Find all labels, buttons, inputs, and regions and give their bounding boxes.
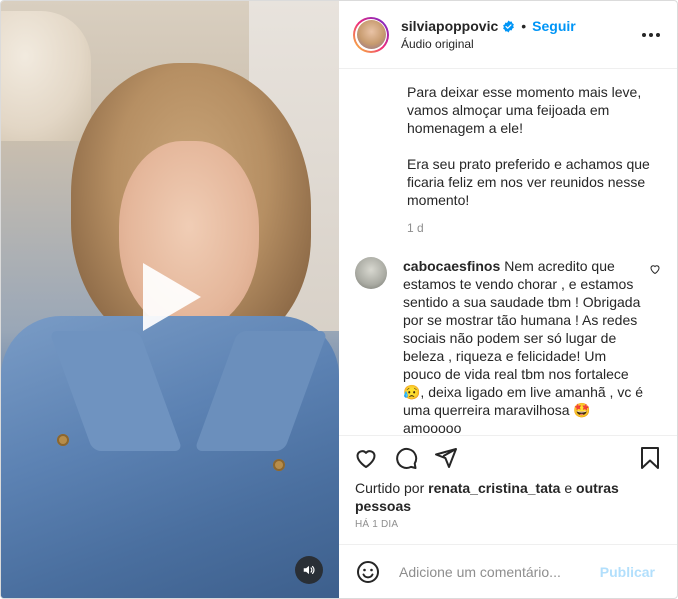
emoji-smile-icon bbox=[357, 560, 379, 583]
background-lamp bbox=[1, 11, 91, 141]
comment-bubble-icon bbox=[396, 447, 418, 469]
comment-like-icon[interactable] bbox=[649, 263, 661, 275]
action-bar bbox=[339, 435, 677, 479]
caption-paragraph: Para deixar esse momento mais leve, vamo… bbox=[407, 84, 642, 136]
caption-time: 1 d bbox=[407, 221, 424, 235]
post-timestamp[interactable]: Há 1 dia bbox=[339, 515, 677, 530]
comment-input[interactable] bbox=[397, 562, 594, 581]
jacket-button bbox=[273, 459, 285, 471]
speaker-icon bbox=[303, 565, 315, 575]
likes-prefix: Curtido por bbox=[355, 480, 425, 496]
share-button[interactable] bbox=[433, 445, 459, 471]
save-button[interactable] bbox=[637, 445, 663, 471]
separator-dot: • bbox=[521, 18, 527, 34]
jacket-button bbox=[57, 434, 69, 446]
like-button[interactable] bbox=[353, 445, 379, 471]
comments-area[interactable]: Para deixar esse momento mais leve, vamo… bbox=[339, 69, 677, 435]
more-options-icon[interactable] bbox=[641, 25, 661, 45]
likes-summary: Curtido por renata_cristina_tata e outra… bbox=[339, 479, 677, 515]
avatar-border bbox=[355, 18, 387, 51]
header-row: silviapoppovic • Seguir bbox=[401, 18, 576, 34]
post-sidebar: silviapoppovic • Seguir Áudio original P… bbox=[339, 1, 677, 598]
play-icon[interactable] bbox=[143, 263, 201, 331]
post-caption: Para deixar esse momento mais leve, vamo… bbox=[407, 83, 661, 209]
liked-by-user[interactable]: renata_cristina_tata bbox=[428, 480, 560, 496]
comment-body: cabocaesfinos Nem acredito que estamos te… bbox=[403, 257, 643, 435]
post-header: silviapoppovic • Seguir Áudio original bbox=[339, 1, 677, 69]
header-info: silviapoppovic • Seguir Áudio original bbox=[401, 18, 576, 51]
audio-toggle-button[interactable] bbox=[295, 556, 323, 584]
comment-item: cabocaesfinos Nem acredito que estamos te… bbox=[355, 257, 661, 435]
follow-button[interactable]: Seguir bbox=[532, 18, 576, 34]
comment-text: Nem acredito que estamos te vendo chorar… bbox=[403, 258, 643, 435]
avatar-image bbox=[356, 20, 386, 49]
verified-badge-icon bbox=[503, 20, 515, 32]
video-player[interactable] bbox=[1, 1, 339, 598]
post-dialog: silviapoppovic • Seguir Áudio original P… bbox=[0, 0, 678, 599]
avatar[interactable] bbox=[353, 16, 389, 53]
username-link[interactable]: silviapoppovic bbox=[401, 18, 498, 34]
caption-paragraph: Era seu prato preferido e achamos que fi… bbox=[407, 156, 650, 208]
bookmark-icon bbox=[641, 447, 659, 469]
comment-button[interactable] bbox=[393, 445, 419, 471]
commenter-username[interactable]: cabocaesfinos bbox=[403, 258, 500, 274]
heart-icon bbox=[356, 449, 376, 468]
publish-button[interactable]: Publicar bbox=[594, 563, 661, 581]
commenter-avatar[interactable] bbox=[355, 257, 387, 289]
add-comment-bar: Publicar bbox=[339, 544, 677, 598]
audio-link[interactable]: Áudio original bbox=[401, 37, 576, 51]
emoji-button[interactable] bbox=[355, 559, 381, 585]
likes-middle: e bbox=[564, 480, 573, 496]
paper-plane-icon bbox=[435, 447, 457, 468]
